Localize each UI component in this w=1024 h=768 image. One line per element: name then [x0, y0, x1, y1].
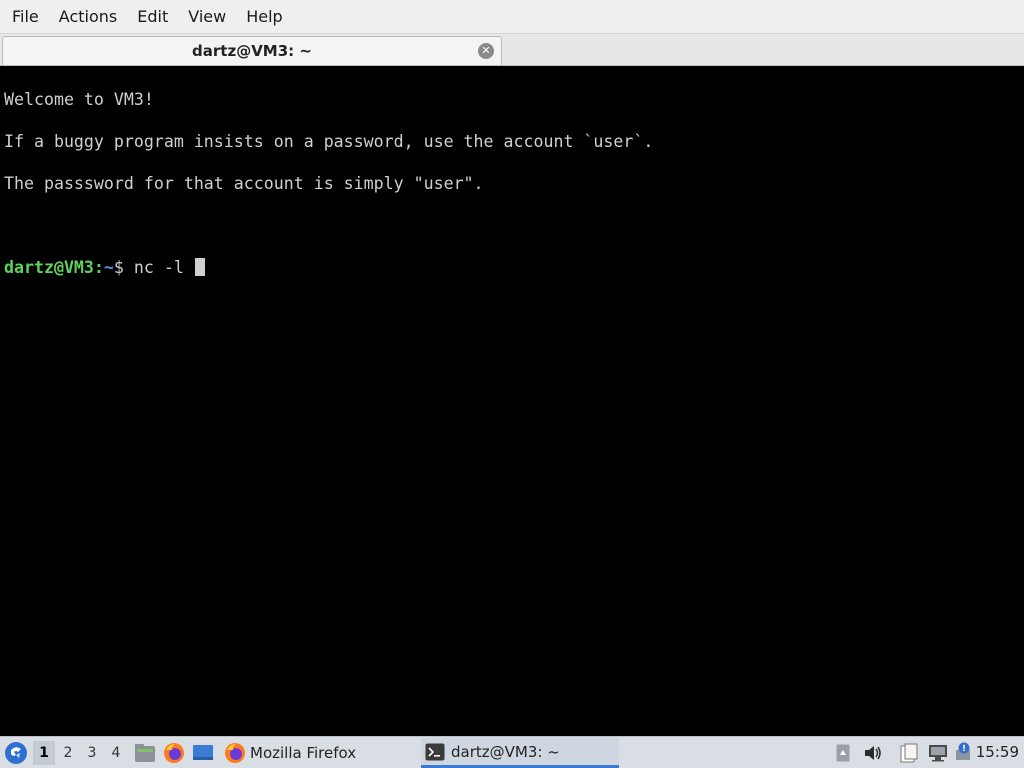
file-manager-icon[interactable]: [134, 737, 156, 768]
prompt-separator: :: [93, 258, 104, 277]
task-button-firefox[interactable]: Mozilla Firefox: [220, 738, 420, 768]
workspace-3[interactable]: 3: [81, 741, 103, 765]
volume-icon[interactable]: [863, 744, 883, 766]
text-cursor: [194, 258, 205, 276]
terminal-icon: [425, 743, 445, 760]
network-icon[interactable]: [928, 744, 948, 766]
menu-bar: File Actions Edit View Help: [0, 0, 1024, 34]
workspace-2[interactable]: 2: [57, 741, 79, 765]
close-icon[interactable]: ✕: [478, 43, 494, 59]
menu-edit[interactable]: Edit: [127, 0, 178, 34]
message-line: If a buggy program insists on a password…: [4, 132, 654, 151]
prompt-path: ~: [103, 258, 114, 277]
task-label: dartz@VM3: ~: [451, 742, 560, 761]
tab-title: dartz@VM3: ~: [192, 42, 312, 60]
prompt-line: dartz@VM3:~$ nc -l: [4, 257, 1020, 278]
start-menu-icon[interactable]: [4, 737, 28, 768]
taskbar: 1 2 3 4 Mozilla Firefox dartz@VM3: ~ 15:…: [0, 736, 1024, 768]
firefox-icon: [225, 743, 245, 763]
prompt-symbol: $: [113, 258, 134, 277]
menu-file[interactable]: File: [2, 0, 49, 34]
workspace-4[interactable]: 4: [105, 741, 127, 765]
message-line: The passsword for that account is simply…: [4, 174, 484, 193]
notes-icon[interactable]: [836, 744, 850, 766]
tab-bar: dartz@VM3: ~ ✕: [0, 34, 1024, 66]
menu-actions[interactable]: Actions: [49, 0, 127, 34]
clipboard-icon[interactable]: [900, 743, 918, 767]
terminal-output[interactable]: Welcome to VM3! If a buggy program insis…: [0, 66, 1024, 736]
update-notification-icon[interactable]: [954, 742, 974, 766]
command-text: nc -l: [133, 258, 194, 277]
task-label: Mozilla Firefox: [250, 744, 357, 762]
task-button-terminal[interactable]: dartz@VM3: ~: [421, 738, 619, 768]
welcome-line: Welcome to VM3!: [4, 90, 154, 109]
menu-help[interactable]: Help: [236, 0, 292, 34]
workspace-1[interactable]: 1: [33, 741, 55, 765]
terminal-tab[interactable]: dartz@VM3: ~ ✕: [2, 36, 502, 65]
desktop-icon[interactable]: [192, 737, 214, 768]
clock[interactable]: 15:59: [976, 737, 1019, 768]
prompt-user: dartz@VM3: [4, 258, 94, 277]
firefox-icon[interactable]: [163, 737, 185, 768]
menu-view[interactable]: View: [178, 0, 236, 34]
